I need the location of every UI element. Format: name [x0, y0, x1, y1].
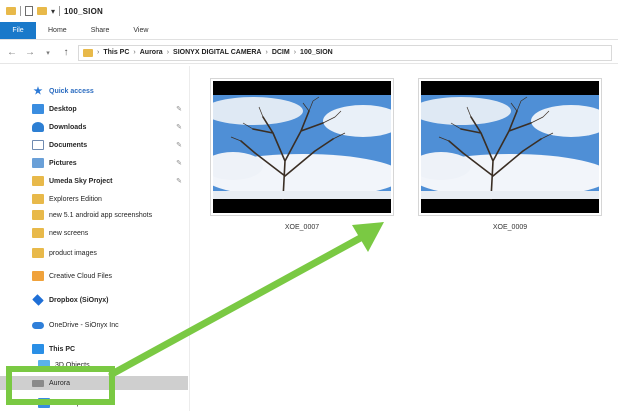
chevron-right-icon: ›	[133, 49, 136, 56]
breadcrumb-camera[interactable]: SIONYX DIGITAL CAMERA	[173, 49, 261, 56]
breadcrumb-this-pc[interactable]: This PC	[103, 49, 129, 56]
back-arrow-icon[interactable]: ←	[6, 47, 18, 58]
photo-preview	[421, 81, 599, 213]
documents-icon	[32, 140, 44, 150]
sidebar-item-label: Downloads	[49, 123, 87, 131]
sidebar-item-desktop-pc[interactable]: Desktop	[38, 396, 196, 410]
sidebar-item-android-screenshots[interactable]: new 5.1 android app screenshots	[32, 208, 190, 222]
sidebar-item-quick-access[interactable]: ★ Quick access	[32, 84, 190, 98]
onedrive-icon	[32, 321, 44, 329]
sidebar-item-onedrive[interactable]: OneDrive - SiOnyx Inc	[32, 318, 190, 332]
sidebar-item-creative-cloud[interactable]: Creative Cloud Files	[32, 269, 190, 283]
star-icon: ★	[33, 85, 43, 97]
up-arrow-icon[interactable]: ↑	[60, 47, 72, 58]
sidebar-item-label: Desktop	[55, 399, 81, 407]
pin-icon: ✎	[176, 178, 182, 185]
breadcrumb-aurora[interactable]: Aurora	[140, 49, 163, 56]
desktop-icon	[38, 398, 50, 408]
pin-icon: ✎	[176, 106, 182, 113]
sidebar-item-downloads[interactable]: Downloads ✎	[32, 120, 190, 134]
chevron-right-icon: ›	[166, 49, 170, 56]
folder-icon	[32, 194, 44, 204]
sidebar-item-label: Documents	[49, 141, 88, 149]
folder-icon	[32, 210, 44, 220]
downloads-icon	[32, 122, 44, 132]
pin-icon: ✎	[176, 160, 182, 167]
forward-arrow-icon[interactable]: →	[24, 47, 36, 58]
sidebar-item-dropbox[interactable]: Dropbox (SiOnyx)	[32, 293, 190, 307]
dropbox-icon	[32, 294, 44, 306]
sidebar-item-label: Pictures	[49, 159, 77, 167]
folder-icon	[32, 248, 44, 258]
title-bar: ▾ 100_SION	[0, 0, 618, 22]
ribbon-tabs: File Home Share View	[0, 22, 618, 40]
sidebar-item-umeda-sky-project[interactable]: Umeda Sky Project ✎	[32, 174, 190, 188]
address-bar[interactable]: › This PC › Aurora › SIONYX DIGITAL CAME…	[78, 44, 612, 61]
sidebar-item-label: Creative Cloud Files	[49, 272, 113, 280]
recent-chevron-icon[interactable]: ▾	[42, 49, 54, 57]
tab-home[interactable]: Home	[36, 22, 79, 39]
drive-icon	[32, 379, 44, 387]
sidebar-item-label: Quick access	[49, 87, 94, 95]
tab-view[interactable]: View	[121, 22, 160, 39]
pc-icon	[32, 344, 44, 354]
sidebar-item-desktop[interactable]: Desktop ✎	[32, 102, 190, 116]
separator	[59, 6, 61, 16]
tab-share[interactable]: Share	[79, 22, 122, 39]
sidebar-item-label: new 5.1 android app screenshots	[49, 211, 153, 219]
pin-icon: ✎	[176, 124, 182, 131]
sidebar-item-label: This PC	[49, 345, 76, 353]
folder-icon	[32, 176, 44, 186]
chevron-right-icon: ›	[97, 49, 100, 56]
file-thumbnail[interactable]	[210, 78, 394, 216]
sidebar-item-explorers-edition[interactable]: Explorers Edition	[32, 192, 190, 206]
sidebar-item-aurora[interactable]: Aurora	[0, 376, 188, 390]
properties-icon[interactable]	[25, 6, 33, 16]
navigation-bar: ← → ▾ ↑ › This PC › Aurora › SIONYX DIGI…	[0, 42, 618, 64]
navigation-pane: ★ Quick access Desktop ✎ Downloads ✎ Doc…	[0, 66, 190, 411]
sidebar-item-label: Aurora	[49, 379, 71, 387]
sidebar-item-label: Explorers Edition	[49, 195, 102, 203]
sidebar-item-label: OneDrive - SiOnyx Inc	[49, 321, 119, 329]
photo-preview	[213, 81, 391, 213]
sidebar-item-label: new screens	[49, 229, 89, 237]
sidebar-item-label: Umeda Sky Project	[49, 177, 113, 185]
tab-file[interactable]: File	[0, 22, 36, 39]
sidebar-item-3d-objects[interactable]: 3D Objects	[38, 358, 196, 372]
sidebar-item-label: 3D Objects	[55, 361, 90, 369]
folder-icon	[32, 228, 44, 238]
sidebar-item-this-pc[interactable]: This PC	[32, 342, 190, 356]
sidebar-item-label: Dropbox (SiOnyx)	[49, 296, 109, 304]
file-name[interactable]: XOE_0007	[210, 224, 394, 231]
chevron-down-icon[interactable]: ▾	[51, 7, 55, 16]
sidebar-item-product-images[interactable]: product images	[32, 246, 190, 260]
folder-icon	[83, 48, 93, 57]
breadcrumb-100-sion[interactable]: 100_SION	[300, 49, 333, 56]
sidebar-item-new-screens[interactable]: new screens	[32, 226, 190, 240]
desktop-icon	[32, 104, 44, 114]
window-title: 100_SION	[64, 6, 103, 16]
breadcrumb-dcim[interactable]: DCIM	[272, 49, 290, 56]
sidebar-item-label: Desktop	[49, 105, 77, 113]
sidebar-item-pictures[interactable]: Pictures ✎	[32, 156, 190, 170]
file-name[interactable]: XOE_0009	[418, 224, 602, 231]
file-thumbnail[interactable]	[418, 78, 602, 216]
sidebar-item-label: product images	[49, 249, 97, 257]
folder-icon	[6, 7, 16, 15]
3d-objects-icon	[38, 360, 50, 370]
chevron-right-icon: ›	[293, 49, 297, 56]
chevron-right-icon: ›	[265, 49, 268, 56]
sidebar-item-documents[interactable]: Documents ✎	[32, 138, 190, 152]
creative-cloud-icon	[32, 271, 44, 281]
separator	[20, 6, 21, 16]
pictures-icon	[32, 158, 44, 168]
pin-icon: ✎	[176, 142, 182, 149]
new-folder-icon[interactable]	[37, 7, 47, 15]
